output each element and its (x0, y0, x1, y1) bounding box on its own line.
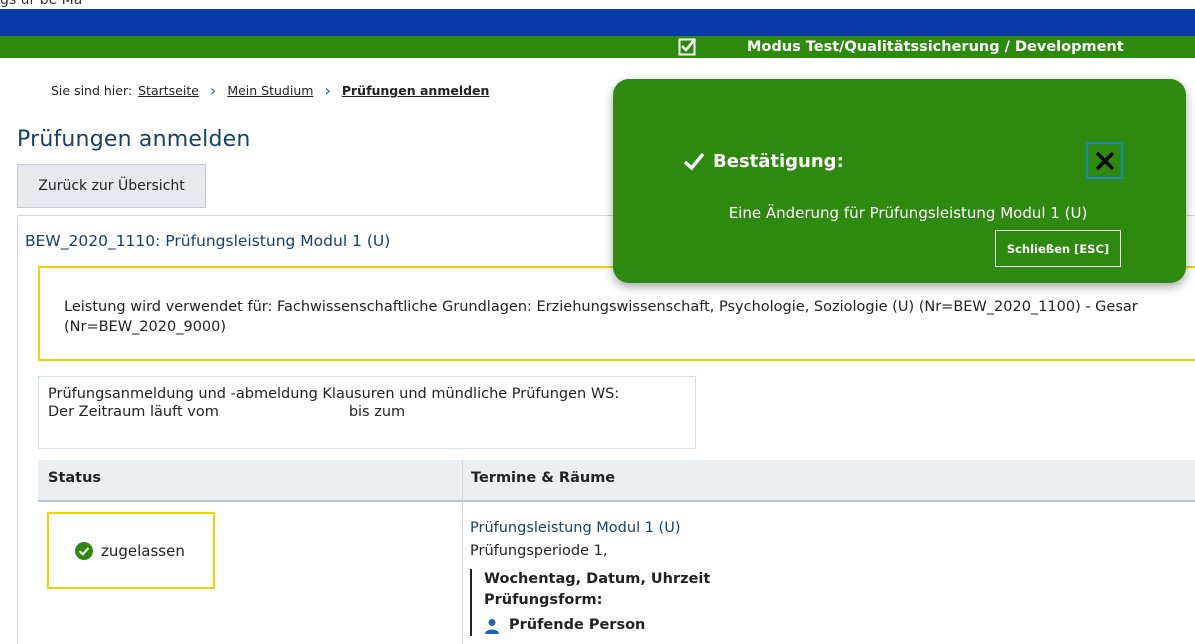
chevron-right-icon: › (324, 80, 331, 100)
status-badge: zugelassen (47, 512, 215, 589)
registration-period-heading: Prüfungsanmeldung und -abmeldung Klausur… (48, 386, 620, 402)
period-end-date (405, 403, 535, 421)
breadcrumb-link-mein-studium[interactable]: Mein Studium (227, 83, 313, 98)
header-bar (0, 9, 1195, 36)
page-title: Prüfungen anmelden (17, 127, 251, 152)
usage-line-1: Leistung wird verwendet für: Fachwissens… (64, 299, 1138, 315)
exam-title: BEW_2020_1110: Prüfungsleistung Modul 1 … (25, 232, 391, 250)
chevron-right-icon: › (209, 80, 217, 100)
registration-period-text: Prüfungsanmeldung und -abmeldung Klausur… (48, 385, 619, 421)
period-middle: bis zum (348, 404, 406, 420)
usage-text: Leistung wird verwendet für: Fachwissens… (64, 297, 1195, 337)
usage-line-2: (Nr=BEW_2020_9000) (64, 319, 227, 335)
close-icon (1095, 151, 1114, 170)
exam-period: Prüfungsperiode 1, (470, 543, 608, 559)
period-start-date (219, 403, 349, 421)
form-label: Prüfungsform: (484, 592, 603, 608)
back-to-overview-button[interactable]: Zurück zur Übersicht (17, 164, 206, 208)
toast-message: Eine Änderung für Prüfungsleistung Modul… (728, 204, 1088, 222)
period-prefix: Der Zeitraum läuft vom (48, 404, 219, 420)
toast-dismiss-button[interactable]: Schließen [ESC] (995, 230, 1121, 267)
checkbox-checked-icon (678, 38, 697, 56)
toast-heading-text: Bestätigung: (713, 150, 844, 172)
termine-cell: Prüfungsleistung Modul 1 (U) Prüfungsper… (470, 517, 680, 563)
breadcrumb-link-startseite[interactable]: Startseite (138, 83, 199, 98)
date-label: Wochentag, Datum, Uhrzeit (484, 571, 711, 587)
check-circle-icon (75, 541, 93, 560)
registration-period-range: Der Zeitraum läuft vom bis zum (48, 403, 619, 421)
mode-banner-text: Modus Test/Qualitätssicherung / Developm… (747, 39, 1124, 55)
exam-link[interactable]: Prüfungsleistung Modul 1 (U) (470, 517, 680, 540)
breadcrumb-current[interactable]: Prüfungen anmelden (342, 83, 490, 98)
breadcrumb: Sie sind hier: Startseite › Mein Studium… (51, 80, 490, 100)
column-divider (462, 460, 463, 644)
examiner: Prüfende Person (484, 615, 710, 636)
person-icon (485, 618, 499, 634)
column-header-status: Status (48, 470, 102, 486)
top-strip-text: gs ur be Ma (0, 0, 83, 8)
toast-close-button[interactable] (1086, 142, 1123, 179)
column-header-termine: Termine & Räume (471, 470, 616, 486)
table-header (38, 460, 1195, 502)
toast-heading: Bestätigung: (683, 150, 844, 172)
checkmark-icon (683, 152, 705, 171)
exam-details: Wochentag, Datum, Uhrzeit Prüfungsform: … (470, 569, 710, 636)
examiner-label: Prüfende Person (509, 617, 646, 633)
status-text: zugelassen (101, 541, 185, 560)
top-strip: gs ur be Ma (0, 0, 1195, 9)
breadcrumb-prefix: Sie sind hier: (51, 83, 133, 98)
